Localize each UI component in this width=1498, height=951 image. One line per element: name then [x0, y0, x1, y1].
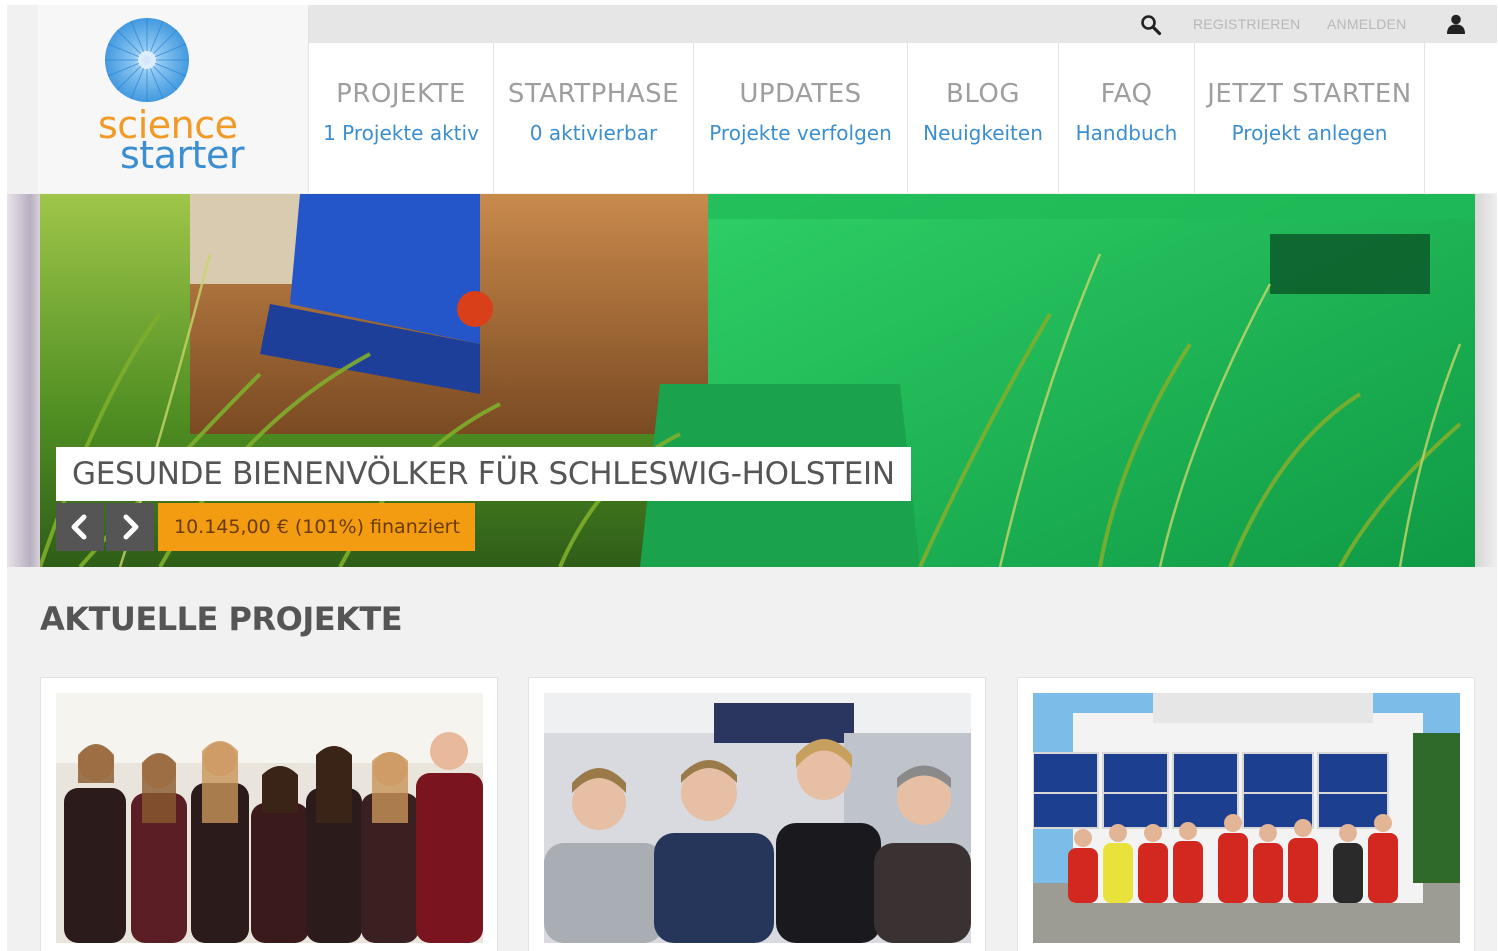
nav-title: PROJEKTE — [336, 79, 466, 109]
project-card-image — [544, 693, 971, 943]
project-card-image — [56, 693, 483, 943]
nav-item-projekte[interactable]: PROJEKTE 1 Projekte aktiv — [309, 43, 494, 193]
nav-subtitle: Projekt anlegen — [1231, 121, 1388, 145]
nav-subtitle: 0 aktivierbar — [529, 121, 658, 145]
project-card[interactable] — [1017, 677, 1475, 951]
top-utility-bar: REGISTRIEREN ANMELDEN — [309, 5, 1497, 43]
project-photo-team — [56, 693, 483, 943]
project-card[interactable] — [528, 677, 986, 951]
chevron-right-icon — [123, 514, 139, 540]
nav-spacer — [1425, 43, 1497, 193]
nav-subtitle: 1 Projekte aktiv — [323, 121, 479, 145]
nav-title: BLOG — [945, 79, 1020, 109]
hero-project-title[interactable]: GESUNDE BIENENVÖLKER FÜR SCHLESWIG-HOLST… — [56, 447, 911, 501]
slider-prev-button[interactable] — [56, 503, 104, 551]
project-photo-solar-station — [1033, 693, 1460, 943]
logo-burst-icon — [105, 18, 189, 102]
nav-title: JETZT STARTEN — [1207, 79, 1412, 109]
site-logo[interactable]: science starter — [38, 5, 309, 193]
project-photo-students — [544, 693, 971, 943]
slider-next-slide-peek — [1475, 194, 1497, 567]
nav-item-faq[interactable]: FAQ Handbuch — [1059, 43, 1195, 193]
nav-item-updates[interactable]: UPDATES Projekte verfolgen — [694, 43, 908, 193]
nav-subtitle: Neuigkeiten — [923, 121, 1043, 145]
slider-next-button[interactable] — [106, 503, 154, 551]
login-link[interactable]: ANMELDEN — [1327, 5, 1406, 43]
project-card-image — [1033, 693, 1460, 943]
nav-item-jetzt-starten[interactable]: JETZT STARTEN Projekt anlegen — [1195, 43, 1425, 193]
project-card[interactable] — [40, 677, 498, 951]
register-link[interactable]: REGISTRIEREN — [1193, 5, 1300, 43]
section-title-current-projects: AKTUELLE PROJEKTE — [40, 600, 403, 638]
slider-previous-slide-peek — [7, 194, 40, 567]
nav-item-startphase[interactable]: STARTPHASE 0 aktivierbar — [494, 43, 694, 193]
nav-item-blog[interactable]: BLOG Neuigkeiten — [908, 43, 1059, 193]
main-nav: PROJEKTE 1 Projekte aktiv STARTPHASE 0 a… — [309, 43, 1497, 193]
user-icon[interactable] — [1445, 13, 1467, 35]
nav-title: UPDATES — [739, 79, 862, 109]
logo-word-starter: starter — [120, 133, 245, 177]
nav-title: FAQ — [1100, 79, 1153, 109]
chevron-left-icon — [71, 514, 87, 540]
nav-subtitle: Projekte verfolgen — [709, 121, 892, 145]
hero-funding-status: 10.145,00 € (101%) finanziert — [158, 503, 475, 551]
nav-title: STARTPHASE — [507, 79, 680, 109]
search-icon[interactable] — [1139, 13, 1163, 37]
page: REGISTRIEREN ANMELDEN science starter PR… — [7, 5, 1497, 951]
nav-subtitle: Handbuch — [1075, 121, 1178, 145]
